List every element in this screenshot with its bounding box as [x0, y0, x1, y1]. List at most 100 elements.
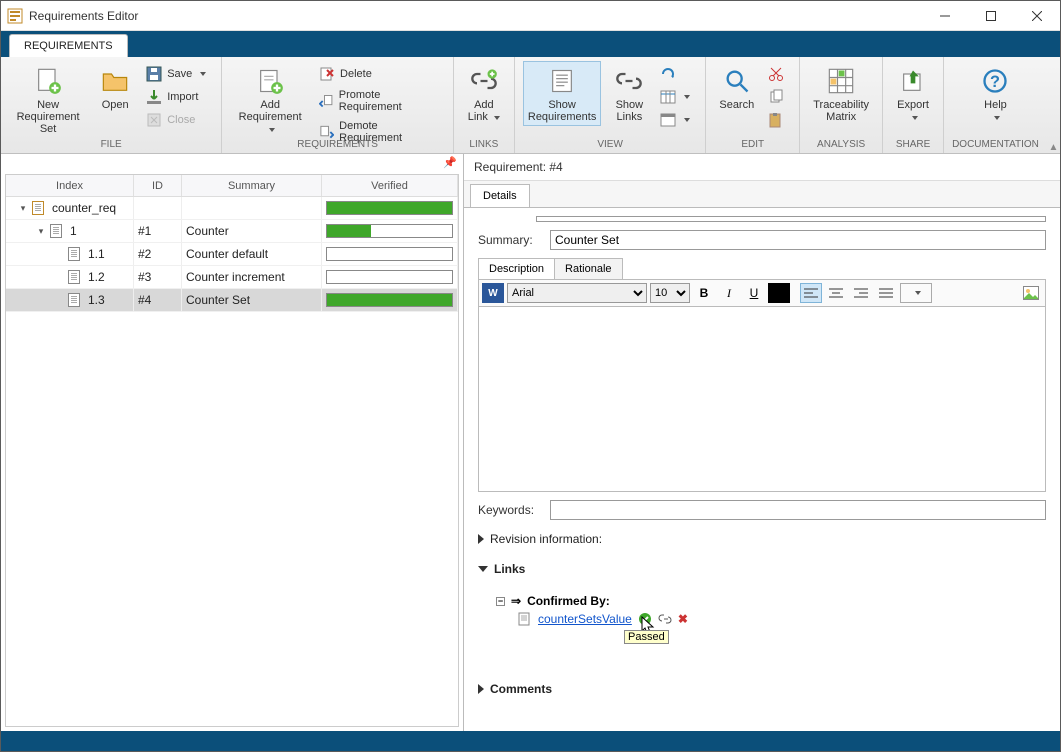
new-requirement-set-button[interactable]: New Requirement Set — [9, 61, 87, 138]
italic-button[interactable]: I — [718, 283, 740, 303]
export-button[interactable]: Export — [891, 61, 935, 126]
show-requirements-button[interactable]: Show Requirements — [523, 61, 601, 126]
minimize-button[interactable] — [922, 1, 968, 31]
close-button[interactable] — [1014, 1, 1060, 31]
col-header-index[interactable]: Index — [6, 175, 134, 196]
table-row[interactable]: 1.3#4Counter Set — [6, 289, 458, 312]
row-id — [134, 197, 182, 219]
font-size-select[interactable]: 10 — [650, 283, 690, 303]
subtab-rationale[interactable]: Rationale — [554, 258, 622, 279]
highlight-button[interactable] — [900, 283, 932, 303]
links-body: − ⇒ Confirmed By: counterSetsValue ✖ Pas… — [478, 588, 1046, 632]
requirement-icon — [68, 270, 80, 284]
subtab-description[interactable]: Description — [478, 258, 555, 279]
insert-image-button[interactable] — [1020, 283, 1042, 303]
arrow-right-icon: ⇒ — [511, 594, 521, 608]
group-label-links: LINKS — [462, 139, 506, 151]
maximize-button[interactable] — [968, 1, 1014, 31]
summary-label: Summary: — [478, 233, 540, 247]
align-left-button[interactable] — [800, 283, 822, 303]
caret-down-icon — [684, 118, 690, 122]
group-label-doc: DOCUMENTATION — [952, 139, 1039, 151]
table-row[interactable]: ▾1#1Counter — [6, 220, 458, 243]
titlebar: Requirements Editor — [1, 1, 1060, 31]
save-button[interactable]: Save — [143, 63, 213, 85]
paste-button[interactable] — [765, 109, 791, 131]
caret-down-icon — [269, 128, 275, 132]
table-row[interactable]: ▾counter_req — [6, 197, 458, 220]
row-id: #1 — [134, 220, 182, 242]
app-icon — [7, 8, 23, 24]
col-header-id[interactable]: ID — [134, 175, 182, 196]
add-link-button[interactable]: Add Link — [462, 61, 506, 126]
requirement-icon — [68, 247, 80, 261]
row-verified — [322, 197, 458, 219]
row-label: 1.3 — [88, 293, 105, 307]
comments-section[interactable]: Comments — [478, 678, 1046, 700]
table-row[interactable]: 1.2#3Counter increment — [6, 266, 458, 289]
cut-button[interactable] — [765, 63, 791, 85]
import-button[interactable]: Import — [143, 86, 213, 108]
triangle-down-icon — [478, 566, 488, 572]
delete-requirement-button[interactable]: Delete — [316, 63, 445, 85]
progress-bar — [326, 293, 453, 307]
tab-details[interactable]: Details — [470, 184, 530, 207]
window-title: Requirements Editor — [29, 9, 138, 23]
columns-button[interactable] — [657, 86, 697, 108]
caret-down-icon — [994, 116, 1000, 120]
align-center-button[interactable] — [825, 283, 847, 303]
font-color-button[interactable] — [768, 283, 790, 303]
link-item[interactable]: counterSetsValue — [538, 612, 632, 626]
revision-info-section[interactable]: Revision information: — [478, 528, 1046, 550]
row-label: 1 — [70, 224, 77, 238]
editor-toolbar: W Arial 10 B I U — [478, 280, 1046, 307]
copy-button[interactable] — [765, 86, 791, 108]
view-options-button[interactable] — [657, 109, 697, 131]
font-family-select[interactable]: Arial — [507, 283, 647, 303]
progress-bar — [326, 224, 453, 238]
ribbon-collapse-button[interactable]: ▲ — [1047, 57, 1060, 153]
table-row[interactable]: 1.1#2Counter default — [6, 243, 458, 266]
close-file-button[interactable]: Close — [143, 109, 213, 131]
link-group-label: Confirmed By: — [527, 594, 610, 608]
help-button[interactable]: ? Help — [973, 61, 1017, 126]
col-header-verified[interactable]: Verified — [322, 175, 458, 196]
expand-icon[interactable]: ▾ — [36, 226, 46, 237]
align-justify-button[interactable] — [875, 283, 897, 303]
traceability-matrix-button[interactable]: Traceability Matrix — [808, 61, 874, 126]
keywords-label: Keywords: — [478, 503, 540, 517]
keywords-input[interactable] — [550, 500, 1046, 520]
add-requirement-button[interactable]: Add Requirement — [230, 61, 310, 138]
group-label-requirements: REQUIREMENTS — [230, 139, 445, 151]
align-right-button[interactable] — [850, 283, 872, 303]
requirements-tree-table: Index ID Summary Verified ▾counter_req▾1… — [5, 174, 459, 727]
summary-input[interactable] — [550, 230, 1046, 250]
tab-requirements[interactable]: REQUIREMENTS — [9, 34, 128, 57]
collapse-icon[interactable]: − — [496, 597, 505, 606]
bold-button[interactable]: B — [693, 283, 715, 303]
links-section[interactable]: Links — [478, 558, 1046, 580]
group-label-view: VIEW — [523, 139, 697, 151]
group-label-share: SHARE — [891, 139, 935, 151]
refresh-button[interactable] — [657, 63, 697, 85]
triangle-right-icon — [478, 534, 484, 544]
tooltip-passed: Passed — [624, 630, 669, 644]
word-icon[interactable]: W — [482, 283, 504, 303]
pushpin-icon[interactable]: 📌 — [443, 156, 457, 169]
row-summary — [182, 197, 322, 219]
link-icon[interactable] — [658, 612, 672, 626]
row-verified — [322, 289, 458, 311]
search-button[interactable]: Search — [714, 61, 759, 114]
underline-button[interactable]: U — [743, 283, 765, 303]
promote-requirement-button[interactable]: Promote Requirement — [316, 86, 445, 116]
col-header-summary[interactable]: Summary — [182, 175, 322, 196]
row-verified — [322, 220, 458, 242]
delete-link-icon[interactable]: ✖ — [678, 612, 688, 626]
custom-id-field[interactable] — [536, 216, 1046, 222]
expand-icon[interactable]: ▾ — [18, 203, 28, 214]
show-links-button[interactable]: Show Links — [607, 61, 651, 126]
row-label: 1.2 — [88, 270, 105, 284]
caret-down-icon — [684, 95, 690, 99]
open-button[interactable]: Open — [93, 61, 137, 114]
description-editor[interactable] — [478, 307, 1046, 492]
